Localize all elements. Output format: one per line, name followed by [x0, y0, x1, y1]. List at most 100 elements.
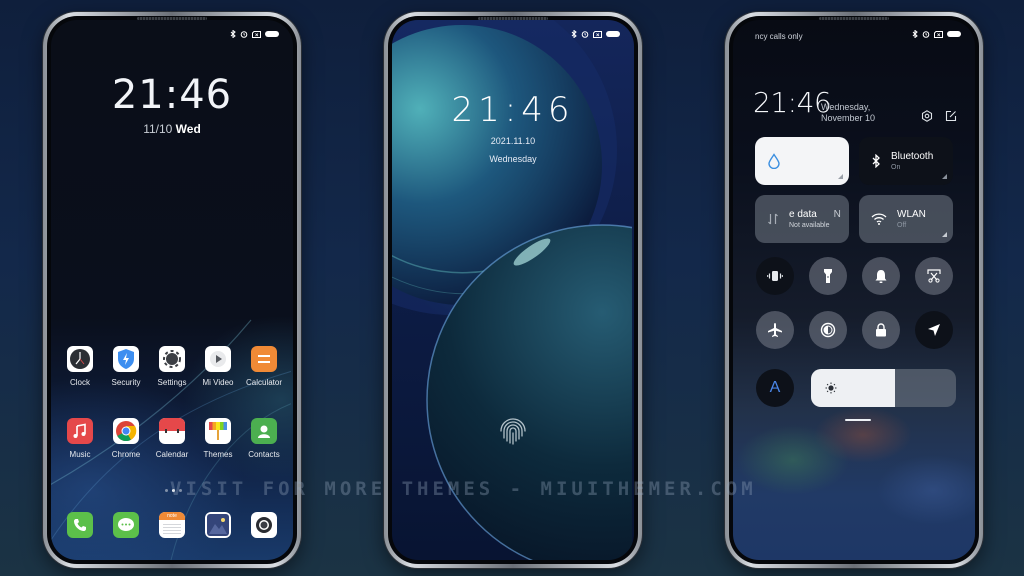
toggle-reading-mode[interactable]: [809, 311, 847, 349]
bluetooth-icon: [912, 30, 918, 38]
clock-icon: [67, 346, 93, 372]
edit-icon[interactable]: [945, 110, 957, 122]
reading-mode-icon: [820, 322, 836, 338]
carrier-status: ncy calls only: [755, 32, 803, 41]
app-grid-row-1: Clock Security Settings Mi Video Calcula…: [57, 346, 287, 387]
app-label: Clock: [69, 378, 90, 387]
app-grid-row-2: Music Chrome Calendar Themes Contacts: [57, 418, 287, 459]
play-video-icon: [205, 346, 231, 372]
app-security[interactable]: Security: [103, 346, 149, 387]
settings-icon[interactable]: [921, 110, 933, 122]
toggle-screenshot[interactable]: [915, 257, 953, 295]
app-label: Mi Video: [202, 378, 234, 387]
clock-time: 21:46: [753, 86, 832, 119]
toggle-airplane[interactable]: [756, 311, 794, 349]
auto-brightness-button[interactable]: A: [756, 369, 794, 407]
brightness-slider[interactable]: [811, 369, 956, 407]
no-sim-icon: [593, 30, 602, 38]
app-calculator[interactable]: Calculator: [241, 346, 287, 387]
airplane-icon: [768, 323, 782, 337]
tile-subtitle: Off: [897, 222, 907, 229]
tile-title-text: e data: [789, 209, 817, 220]
tile-expand-corner: [942, 174, 947, 179]
dock-camera[interactable]: [241, 512, 287, 538]
tile-title: Bluetooth: [891, 151, 934, 162]
themes-brush-icon: [205, 418, 231, 444]
dock: note: [57, 512, 287, 538]
app-clock[interactable]: Clock: [57, 346, 103, 387]
battery-icon: [265, 31, 279, 37]
toggle-vibrate[interactable]: [756, 257, 794, 295]
flashlight-icon: [824, 269, 832, 283]
music-note-icon: [67, 418, 93, 444]
app-label: Security: [111, 378, 141, 387]
app-label: Chrome: [111, 450, 141, 459]
app-settings[interactable]: Settings: [149, 346, 195, 387]
tile-bluetooth[interactable]: Bluetooth On: [859, 137, 953, 185]
vibrate-icon: [767, 271, 783, 281]
wifi-icon: [871, 213, 887, 225]
toggle-flashlight[interactable]: [809, 257, 847, 295]
bluetooth-icon: [872, 154, 880, 168]
app-music[interactable]: Music: [57, 418, 103, 459]
gallery-icon: [205, 512, 231, 538]
app-contacts[interactable]: Contacts: [241, 418, 287, 459]
app-label: Settings: [157, 378, 187, 387]
dock-phone[interactable]: [57, 512, 103, 538]
screenshot-scissors-icon: [927, 269, 941, 283]
date-line-1: Wednesday,: [821, 102, 871, 112]
tile-subtitle: On: [891, 164, 901, 171]
app-calendar[interactable]: Calendar: [149, 418, 195, 459]
toggle-sound[interactable]: [862, 257, 900, 295]
settings-gear-icon: [159, 346, 185, 372]
app-chrome[interactable]: Chrome: [103, 418, 149, 459]
calendar-icon: [159, 418, 185, 444]
alarm-icon: [922, 31, 930, 38]
chrome-icon: [113, 418, 139, 444]
tile-data-saver[interactable]: [755, 137, 849, 185]
lock-icon: [876, 323, 886, 337]
alarm-icon: [240, 31, 248, 38]
earpiece-speaker: [819, 17, 889, 20]
tile-expand-corner: [942, 232, 947, 237]
control-center: ncy calls only 21:46 Wednesday, November…: [733, 20, 975, 560]
no-sim-icon: [934, 30, 943, 38]
toggle-location[interactable]: [915, 311, 953, 349]
mobile-data-icon: [768, 213, 778, 225]
battery-icon: [606, 31, 620, 37]
phone-icon: [67, 512, 93, 538]
app-themes[interactable]: Themes: [195, 418, 241, 459]
fingerprint-icon[interactable]: [496, 414, 530, 448]
date-value: 11/10: [143, 122, 173, 136]
contacts-icon: [251, 418, 277, 444]
messages-icon: [113, 512, 139, 538]
water-drop-icon: [768, 153, 780, 169]
tile-wlan[interactable]: WLAN Off: [859, 195, 953, 243]
battery-icon: [947, 31, 961, 37]
weekday-value: Wed: [175, 122, 201, 136]
alarm-icon: [581, 31, 589, 38]
earpiece-speaker: [478, 17, 548, 20]
app-label: Calculator: [245, 378, 282, 387]
dock-gallery[interactable]: [195, 512, 241, 538]
toggle-lock-screen[interactable]: [862, 311, 900, 349]
panel-handle[interactable]: [845, 419, 871, 421]
bluetooth-icon: [571, 30, 577, 38]
calculator-icon: [251, 346, 277, 372]
phone-control-center: ncy calls only 21:46 Wednesday, November…: [725, 12, 983, 568]
status-bar: [912, 30, 961, 38]
app-label: Themes: [203, 450, 233, 459]
date-value: 2021.11.10: [490, 136, 536, 146]
notes-badge: note: [159, 512, 185, 520]
clock-time: 21:46: [451, 90, 575, 130]
app-mi-video[interactable]: Mi Video: [195, 346, 241, 387]
bell-icon: [875, 269, 887, 283]
date-label: 11/10 Wed: [51, 122, 293, 136]
camera-icon: [251, 512, 277, 538]
dock-notes[interactable]: note: [149, 512, 195, 538]
dock-messages[interactable]: [103, 512, 149, 538]
security-shield-icon: [113, 346, 139, 372]
page-dot[interactable]: [165, 489, 168, 492]
tile-mobile-data[interactable]: e data N Not available: [755, 195, 849, 243]
tile-title: e data N: [789, 209, 841, 220]
